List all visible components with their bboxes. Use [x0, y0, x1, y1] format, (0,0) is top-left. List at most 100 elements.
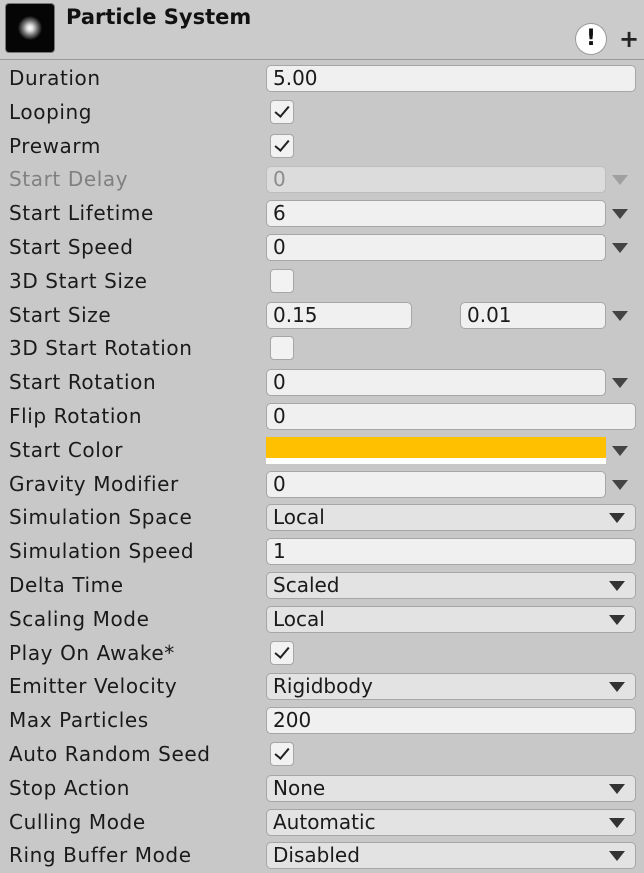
- start-lifetime-curve-dropdown-icon[interactable]: [612, 209, 628, 220]
- auto-random-seed-label: Auto Random Seed: [9, 741, 211, 766]
- culling-mode-value: Automatic: [273, 809, 376, 834]
- prewarm-label: Prewarm: [9, 133, 101, 158]
- chevron-down-icon: [609, 580, 625, 591]
- row-scaling-mode: Scaling Mode Local: [0, 603, 644, 637]
- row-looping: Looping: [0, 96, 644, 130]
- ring-buffer-mode-dropdown[interactable]: Disabled: [266, 842, 636, 870]
- start-rotation-label: Start Rotation: [9, 370, 157, 395]
- row-3d-start-rotation: 3D Start Rotation: [0, 332, 644, 366]
- row-start-delay: Start Delay 0: [0, 163, 644, 197]
- delta-time-dropdown[interactable]: Scaled: [266, 571, 636, 599]
- 3d-start-size-label: 3D Start Size: [9, 268, 148, 293]
- start-size-max-field[interactable]: 0.01: [460, 301, 606, 329]
- simulation-space-dropdown[interactable]: Local: [266, 504, 636, 532]
- duration-label: Duration: [9, 66, 101, 90]
- row-3d-start-size: 3D Start Size: [0, 265, 644, 299]
- check-icon: [274, 135, 290, 152]
- start-rotation-curve-dropdown-icon[interactable]: [612, 378, 628, 389]
- scaling-mode-value: Local: [273, 606, 325, 631]
- row-delta-time: Delta Time Scaled: [0, 569, 644, 603]
- row-gravity-modifier: Gravity Modifier 0: [0, 468, 644, 502]
- start-rotation-field[interactable]: 0: [266, 369, 606, 397]
- start-size-min-field[interactable]: 0.15: [266, 301, 412, 329]
- gravity-modifier-label: Gravity Modifier: [9, 471, 179, 496]
- culling-mode-dropdown[interactable]: Automatic: [266, 808, 636, 836]
- start-color-mode-dropdown-icon[interactable]: [612, 445, 628, 456]
- start-lifetime-field[interactable]: 6: [266, 200, 606, 228]
- scaling-mode-dropdown[interactable]: Local: [266, 605, 636, 633]
- flip-rotation-field[interactable]: 0: [266, 402, 636, 430]
- check-icon: [274, 744, 290, 760]
- row-prewarm: Prewarm: [0, 130, 644, 164]
- row-stop-action: Stop Action None: [0, 772, 644, 806]
- stop-action-label: Stop Action: [9, 775, 131, 800]
- add-icon[interactable]: +: [618, 24, 640, 54]
- start-speed-curve-dropdown-icon[interactable]: [612, 242, 628, 253]
- chevron-down-icon: [609, 783, 625, 794]
- start-speed-field[interactable]: 0: [266, 233, 606, 261]
- delta-time-label: Delta Time: [9, 572, 124, 597]
- start-size-curve-dropdown-icon[interactable]: [612, 310, 628, 321]
- ring-buffer-mode-value: Disabled: [273, 843, 360, 868]
- looping-label: Looping: [9, 99, 93, 124]
- particle-glow: [18, 16, 42, 40]
- 3d-start-size-checkbox[interactable]: [270, 268, 294, 293]
- ring-buffer-mode-label: Ring Buffer Mode: [9, 843, 192, 868]
- row-start-lifetime: Start Lifetime 6: [0, 197, 644, 231]
- row-flip-rotation: Flip Rotation 0: [0, 400, 644, 434]
- start-color-field[interactable]: [266, 436, 606, 464]
- row-start-rotation: Start Rotation 0: [0, 366, 644, 400]
- row-max-particles: Max Particles 200: [0, 704, 644, 738]
- chevron-down-icon: [609, 513, 625, 524]
- row-auto-random-seed: Auto Random Seed: [0, 738, 644, 772]
- prewarm-checkbox[interactable]: [270, 133, 294, 158]
- row-simulation-space: Simulation Space Local: [0, 501, 644, 535]
- max-particles-label: Max Particles: [9, 708, 149, 733]
- stop-action-dropdown[interactable]: None: [266, 774, 636, 802]
- auto-random-seed-checkbox[interactable]: [270, 741, 294, 766]
- emitter-velocity-dropdown[interactable]: Rigidbody: [266, 673, 636, 701]
- row-play-on-awake: Play On Awake*: [0, 637, 644, 671]
- chevron-down-icon: [609, 682, 625, 693]
- start-size-label: Start Size: [9, 302, 112, 327]
- particle-system-icon: [6, 4, 54, 52]
- emitter-velocity-label: Emitter Velocity: [9, 674, 178, 699]
- 3d-start-rotation-checkbox[interactable]: [270, 336, 294, 361]
- start-delay-field: 0: [266, 166, 606, 194]
- gravity-modifier-field[interactable]: 0: [266, 470, 606, 498]
- delta-time-value: Scaled: [273, 572, 340, 597]
- check-icon: [274, 101, 290, 118]
- row-ring-buffer-mode: Ring Buffer Mode Disabled: [0, 839, 644, 873]
- row-start-color: Start Color: [0, 434, 644, 468]
- start-color-swatch: [266, 436, 606, 458]
- looping-checkbox[interactable]: [270, 99, 294, 124]
- simulation-speed-field[interactable]: 1: [266, 538, 636, 566]
- check-icon: [274, 642, 290, 659]
- simulation-space-value: Local: [273, 505, 325, 530]
- property-list: Duration 5.00 Looping Prewarm Start Dela…: [0, 62, 644, 873]
- start-delay-curve-dropdown-icon: [612, 175, 628, 186]
- start-color-alpha-bar: [266, 457, 606, 464]
- stop-action-value: None: [273, 775, 326, 800]
- play-on-awake-label: Play On Awake*: [9, 640, 175, 665]
- row-start-size: Start Size 0.15 0.01: [0, 299, 644, 333]
- row-culling-mode: Culling Mode Automatic: [0, 806, 644, 840]
- duration-field[interactable]: 5.00: [266, 65, 636, 92]
- scaling-mode-label: Scaling Mode: [9, 606, 150, 631]
- play-on-awake-checkbox[interactable]: [270, 640, 294, 665]
- max-particles-field[interactable]: 200: [266, 707, 636, 735]
- chevron-down-icon: [609, 614, 625, 625]
- 3d-start-rotation-label: 3D Start Rotation: [9, 336, 193, 361]
- row-emitter-velocity: Emitter Velocity Rigidbody: [0, 670, 644, 704]
- emitter-velocity-value: Rigidbody: [273, 674, 373, 699]
- component-title: Particle System: [66, 5, 252, 29]
- component-header: Particle System ! +: [0, 0, 644, 60]
- simulation-space-label: Simulation Space: [9, 505, 193, 530]
- chevron-down-icon: [609, 851, 625, 862]
- start-speed-label: Start Speed: [9, 234, 134, 259]
- row-duration: Duration 5.00: [0, 62, 644, 96]
- info-icon[interactable]: !: [576, 24, 606, 54]
- start-lifetime-label: Start Lifetime: [9, 201, 154, 226]
- culling-mode-label: Culling Mode: [9, 809, 146, 834]
- gravity-modifier-curve-dropdown-icon[interactable]: [612, 479, 628, 490]
